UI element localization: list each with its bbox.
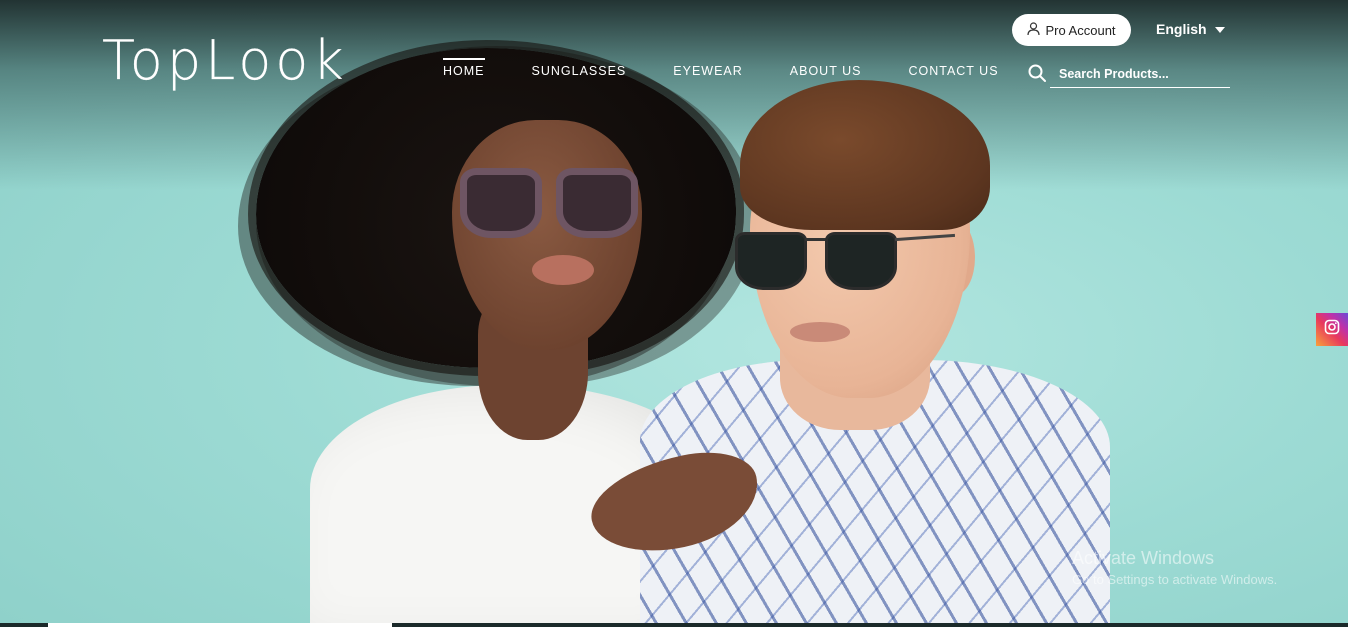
woman-lips [532,255,594,285]
man-hair [740,80,990,230]
nav-about-us[interactable]: ABOUT US [790,64,862,82]
user-icon [1027,21,1041,39]
windows-activation-watermark: Activate Windows Go to Settings to activ… [1072,548,1277,587]
hero-banner [0,0,1348,627]
search-input[interactable] [1050,60,1230,88]
man-sunglasses [735,226,956,296]
watermark-subtitle: Go to Settings to activate Windows. [1072,572,1278,587]
caret-down-icon [1214,21,1225,37]
site-logo[interactable]: TopLook [102,33,348,88]
nav-eyewear[interactable]: EYEWEAR [673,64,743,82]
slider-progress-bar [0,623,1348,627]
language-selector[interactable]: English [1156,21,1225,37]
watermark-title: Activate Windows [1072,548,1215,568]
nav-contact-us[interactable]: CONTACT US [908,64,998,82]
search-bar [1026,60,1230,88]
instagram-icon [1324,319,1340,340]
pro-account-button[interactable]: Pro Account [1012,14,1131,46]
pro-account-label: Pro Account [1045,22,1116,38]
instagram-button[interactable] [1316,313,1348,346]
man-lips [790,322,850,342]
nav-sunglasses[interactable]: SUNGLASSES [532,64,627,82]
main-nav: HOME SUNGLASSES EYEWEAR ABOUT US CONTACT… [443,58,999,82]
nav-home[interactable]: HOME [443,58,485,82]
search-icon[interactable] [1028,64,1046,87]
language-label: English [1156,21,1207,37]
woman-sunglasses [460,168,640,246]
